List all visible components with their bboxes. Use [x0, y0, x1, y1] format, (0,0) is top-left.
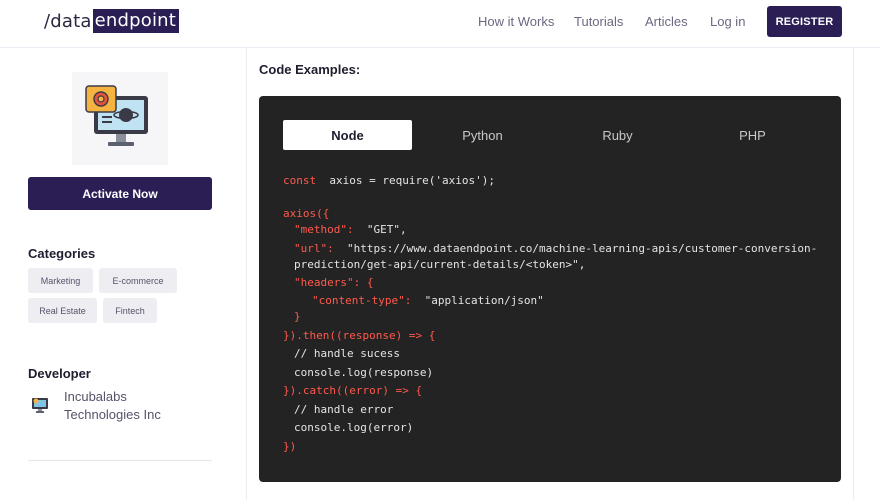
code-panel: Node Python Ruby PHP const axios = requi… — [259, 96, 841, 482]
code-line-8: } — [294, 310, 301, 323]
code-key: "url": — [294, 242, 334, 255]
code-keyword: const — [283, 174, 317, 187]
nav-tutorials[interactable]: Tutorials — [574, 14, 623, 29]
code-key: "method": — [294, 223, 354, 236]
code-value: "application/json" — [424, 294, 544, 307]
code-line-13: // handle error — [294, 403, 394, 416]
code-value: "https://www.dataendpoint.co/machine-lea… — [347, 242, 818, 255]
tab-node[interactable]: Node — [283, 120, 412, 150]
code-line-2: axios({ — [283, 207, 330, 220]
category-tag-fintech[interactable]: Fintech — [103, 298, 157, 323]
code-line-7: "content-type": "application/json" — [312, 294, 544, 308]
code-line-1: const axios = require('axios'); — [283, 174, 495, 188]
category-tag-ecommerce[interactable]: E-commerce — [99, 268, 177, 293]
code-text: axios = require('axios'); — [329, 174, 495, 187]
code-line-4: "url": "https://www.dataendpoint.co/mach… — [294, 242, 817, 256]
categories-title: Categories — [28, 246, 96, 261]
code-line-10: // handle sucess — [294, 347, 400, 360]
incubalabs-logo-icon — [31, 396, 49, 414]
code-key: "content-type": — [312, 294, 412, 307]
tab-python[interactable]: Python — [418, 120, 547, 150]
code-value: "GET", — [366, 223, 407, 236]
register-button[interactable]: REGISTER — [767, 6, 842, 37]
code-line-5: prediction/get-api/current-details/<toke… — [294, 258, 586, 271]
category-tag-real-estate[interactable]: Real Estate — [28, 298, 97, 323]
top-header: /data endpoint How it Works Tutorials Art… — [0, 0, 880, 48]
logo-highlight: endpoint — [92, 9, 180, 33]
sidebar: Activate Now Categories Marketing E-comm… — [0, 48, 247, 500]
code-line-15: }) — [283, 440, 297, 453]
developer-title: Developer — [28, 366, 91, 381]
activate-now-button[interactable]: Activate Now — [28, 177, 212, 210]
code-line-9: }).then((response) => { — [283, 329, 436, 342]
monitor-with-gear-icon — [72, 72, 168, 165]
site-logo[interactable]: /data endpoint — [44, 8, 180, 34]
tab-php[interactable]: PHP — [688, 120, 817, 150]
tab-ruby[interactable]: Ruby — [553, 120, 682, 150]
content-border — [853, 48, 854, 500]
code-line-11: console.log(response) — [294, 366, 434, 379]
developer-name[interactable]: Incubalabs Technologies Inc — [64, 388, 194, 424]
category-tag-marketing[interactable]: Marketing — [28, 268, 93, 293]
nav-log-in[interactable]: Log in — [710, 14, 745, 29]
code-line-3: "method": "GET", — [294, 223, 407, 237]
code-line-12: }).catch((error) => { — [283, 384, 423, 397]
nav-articles[interactable]: Articles — [645, 14, 688, 29]
logo-prefix: /data — [44, 10, 92, 32]
sidebar-divider — [28, 460, 212, 461]
code-line-6: "headers": { — [294, 276, 374, 289]
code-line-14: console.log(error) — [294, 421, 414, 434]
nav-how-it-works[interactable]: How it Works — [478, 14, 554, 29]
code-examples-title: Code Examples: — [259, 62, 361, 77]
